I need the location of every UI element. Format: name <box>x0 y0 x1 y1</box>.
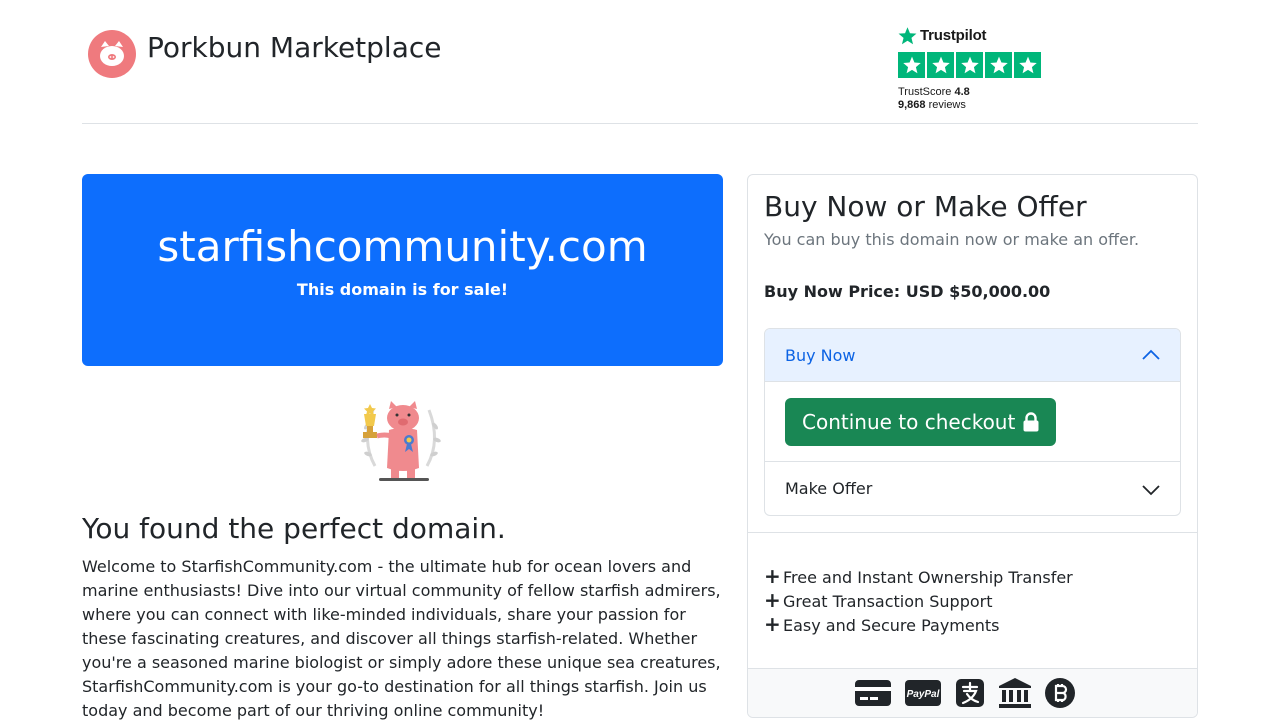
site-header: Porkbun Marketplace Trustpilot TrustScor… <box>82 0 1198 124</box>
trustpilot-widget[interactable]: Trustpilot TrustScore 4.8 9,868 reviews <box>898 24 1058 112</box>
trustpilot-star-icon <box>898 26 917 44</box>
pig-trophy-illustration <box>355 396 447 484</box>
trustscore: TrustScore 4.8 9,868 reviews <box>898 86 1058 112</box>
payment-methods-footer: PayPal <box>748 668 1197 717</box>
star-icon <box>898 52 925 78</box>
feature-item: + Easy and Secure Payments <box>764 613 1073 637</box>
card-divider <box>748 532 1197 533</box>
continue-to-checkout-button[interactable]: Continue to checkout <box>785 398 1056 446</box>
buy-offer-card: Buy Now or Make Offer You can buy this d… <box>747 174 1198 718</box>
star-icon <box>927 52 954 78</box>
trustpilot-stars <box>898 52 1058 78</box>
pig-logo-icon[interactable] <box>88 30 136 78</box>
buy-now-accordion-header[interactable]: Buy Now <box>765 329 1180 382</box>
trustscore-value: 4.8 <box>954 86 970 98</box>
card-subtitle: You can buy this domain now or make an o… <box>764 230 1140 249</box>
feature-list: + Free and Instant Ownership Transfer + Gr… <box>764 565 1073 637</box>
feature-text: Great Transaction Support <box>783 591 993 611</box>
plus-icon: + <box>764 611 781 636</box>
feature-text: Easy and Secure Payments <box>783 615 1000 635</box>
for-sale-subtitle: This domain is for sale! <box>296 280 509 299</box>
trustpilot-name: Trustpilot <box>920 26 987 44</box>
brand-name[interactable]: Porkbun Marketplace <box>147 31 442 64</box>
chevron-down-icon <box>1142 485 1160 496</box>
buy-now-price: Buy Now Price: USD $50,000.00 <box>764 282 1051 301</box>
feature-text: Free and Instant Ownership Transfer <box>783 567 1073 587</box>
buy-now-panel: Continue to checkout <box>765 382 1180 462</box>
credit-card-icon <box>854 678 892 708</box>
lock-icon <box>1023 412 1039 432</box>
domain-description: Welcome to StarfishCommunity.com - the u… <box>82 557 721 720</box>
purchase-accordion: Buy Now Continue to checkout Make Offer <box>764 328 1181 516</box>
feature-item: + Great Transaction Support <box>764 589 1073 613</box>
paypal-icon: PayPal <box>904 678 942 708</box>
domain-hero-banner: starfishcommunity.com This domain is for… <box>82 174 723 366</box>
domain-name: starfishcommunity.com <box>157 222 648 271</box>
card-title: Buy Now or Make Offer <box>764 190 1087 223</box>
perfect-domain-heading: You found the perfect domain. <box>82 512 506 545</box>
star-icon <box>1014 52 1041 78</box>
feature-item: + Free and Instant Ownership Transfer <box>764 565 1073 589</box>
plus-icon: + <box>764 587 781 612</box>
bank-icon <box>998 677 1032 709</box>
alipay-icon <box>954 678 986 708</box>
make-offer-accordion-header[interactable]: Make Offer <box>765 462 1180 515</box>
checkout-label: Continue to checkout <box>802 410 1016 434</box>
make-offer-label: Make Offer <box>785 479 873 498</box>
reviews-label: reviews <box>928 99 966 111</box>
buy-now-label: Buy Now <box>785 346 856 365</box>
trustscore-label: TrustScore <box>898 86 952 98</box>
bitcoin-icon <box>1044 677 1076 709</box>
chevron-up-icon <box>1142 349 1160 360</box>
plus-icon: + <box>764 563 781 588</box>
paypal-icon-text: PayPal <box>907 689 940 700</box>
star-icon <box>956 52 983 78</box>
star-icon <box>985 52 1012 78</box>
reviews-count: 9,868 <box>898 99 926 111</box>
